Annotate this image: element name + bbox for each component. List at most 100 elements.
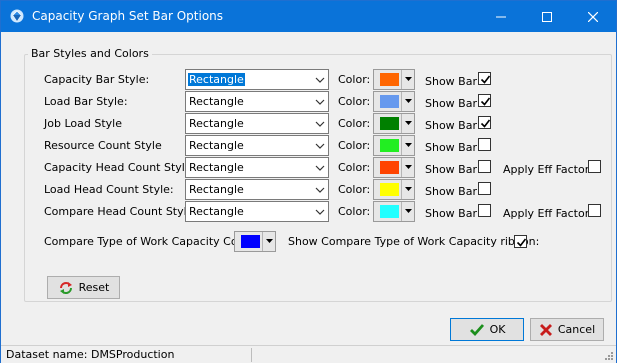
maximize-icon (542, 11, 552, 22)
chevron-down-icon (266, 239, 273, 243)
show-bar-label: Show Bar: (425, 119, 481, 132)
color-label: Color: (338, 183, 371, 196)
chevron-down-icon (315, 121, 325, 127)
color-label: Color: (338, 117, 371, 130)
style-combobox[interactable]: Rectangle (185, 179, 329, 200)
style-value: Rectangle (189, 117, 244, 130)
style-combobox[interactable]: Rectangle (185, 91, 329, 112)
row-label: Load Bar Style: (44, 95, 128, 108)
dialog-window: Capacity Graph Set Bar Options Bar Style… (0, 0, 617, 363)
show-bar-checkbox[interactable] (478, 182, 491, 195)
show-bar-checkbox[interactable] (478, 94, 491, 107)
color-dropdown[interactable] (401, 136, 414, 155)
chevron-down-icon (315, 143, 325, 149)
resize-grip-icon[interactable] (604, 351, 614, 361)
apply-eff-label: Apply Eff Factor: (503, 163, 593, 176)
show-bar-label: Show Bar: (425, 141, 481, 154)
status-bar: Dataset name: DMSProduction (1, 345, 616, 363)
color-dropdown[interactable] (401, 114, 414, 133)
checkmark-icon (480, 97, 491, 106)
style-combobox[interactable]: Rectangle (185, 201, 329, 222)
dataset-name-status: Dataset name: DMSProduction (6, 348, 175, 361)
color-dropdown[interactable] (401, 202, 414, 221)
color-label: Color: (338, 73, 371, 86)
show-bar-checkbox[interactable] (478, 204, 491, 217)
color-picker[interactable] (373, 113, 415, 134)
show-bar-checkbox[interactable] (478, 116, 491, 129)
style-combobox[interactable]: Rectangle (185, 135, 329, 156)
show-bar-checkbox[interactable] (478, 160, 491, 173)
compare-color-label: Compare Type of Work Capacity Color: (44, 235, 256, 248)
color-swatch (380, 205, 399, 218)
color-swatch (380, 117, 399, 130)
compare-ribbon-checkbox[interactable] (514, 235, 527, 248)
chevron-down-icon (315, 77, 325, 83)
row-label: Capacity Bar Style: (44, 73, 150, 86)
row-label: Compare Head Count Style: (44, 205, 198, 218)
color-label: Color: (338, 95, 371, 108)
ok-button[interactable]: OK (450, 318, 524, 341)
show-bar-label: Show Bar: (425, 163, 481, 176)
window-title: Capacity Graph Set Bar Options (32, 9, 224, 23)
color-label: Color: (338, 139, 371, 152)
color-picker[interactable] (373, 201, 415, 222)
apply-eff-checkbox[interactable] (588, 160, 601, 173)
color-swatch (380, 95, 399, 108)
show-bar-label: Show Bar: (425, 97, 481, 110)
reset-button[interactable]: Reset (47, 276, 120, 299)
chevron-down-icon (405, 143, 412, 147)
color-picker[interactable] (373, 179, 415, 200)
style-combobox[interactable]: Rectangle (185, 157, 329, 178)
row-label: Resource Count Style (44, 139, 162, 152)
row-label: Capacity Head Count Style: (44, 161, 196, 174)
apply-eff-checkbox[interactable] (588, 204, 601, 217)
chevron-down-icon (405, 209, 412, 213)
close-button[interactable] (570, 1, 616, 32)
style-combobox[interactable]: Rectangle (185, 69, 329, 90)
color-swatch (380, 161, 399, 174)
minimize-icon (496, 16, 506, 17)
show-bar-label: Show Bar: (425, 207, 481, 220)
style-value: Rectangle (189, 161, 244, 174)
show-bar-label: Show Bar: (425, 75, 481, 88)
style-value: Rectangle (189, 205, 244, 218)
cancel-button[interactable]: Cancel (530, 318, 604, 341)
color-picker[interactable] (373, 91, 415, 112)
style-value: Rectangle (188, 73, 245, 86)
color-dropdown[interactable] (401, 158, 414, 177)
checkmark-icon (480, 119, 491, 128)
compare-color-swatch (241, 235, 260, 248)
color-picker[interactable] (373, 135, 415, 156)
show-bar-checkbox[interactable] (478, 72, 491, 85)
reset-button-label: Reset (78, 281, 110, 294)
group-title: Bar Styles and Colors (28, 47, 152, 60)
chevron-down-icon (405, 187, 412, 191)
chevron-down-icon (315, 165, 325, 171)
color-dropdown[interactable] (401, 180, 414, 199)
show-bar-checkbox[interactable] (478, 138, 491, 151)
minimize-button[interactable] (478, 1, 524, 32)
compare-color-dropdown[interactable] (262, 232, 275, 251)
style-value: Rectangle (189, 95, 244, 108)
color-picker[interactable] (373, 69, 415, 90)
diamond-app-icon (10, 9, 24, 23)
title-bar[interactable]: Capacity Graph Set Bar Options (1, 1, 616, 32)
color-label: Color: (338, 205, 371, 218)
color-swatch (380, 73, 399, 86)
chevron-down-icon (315, 209, 325, 215)
red-x-icon (539, 323, 552, 336)
color-dropdown[interactable] (401, 92, 414, 111)
compare-color-picker[interactable] (234, 231, 276, 252)
chevron-down-icon (315, 99, 325, 105)
apply-eff-label: Apply Eff Factor: (503, 207, 593, 220)
style-combobox[interactable]: Rectangle (185, 113, 329, 134)
color-swatch (380, 183, 399, 196)
color-picker[interactable] (373, 157, 415, 178)
status-divider (251, 348, 252, 362)
reset-refresh-icon (59, 281, 72, 294)
chevron-down-icon (405, 121, 412, 125)
color-dropdown[interactable] (401, 70, 414, 89)
ok-button-label: OK (489, 323, 506, 336)
maximize-button[interactable] (524, 1, 570, 32)
style-value: Rectangle (189, 139, 244, 152)
